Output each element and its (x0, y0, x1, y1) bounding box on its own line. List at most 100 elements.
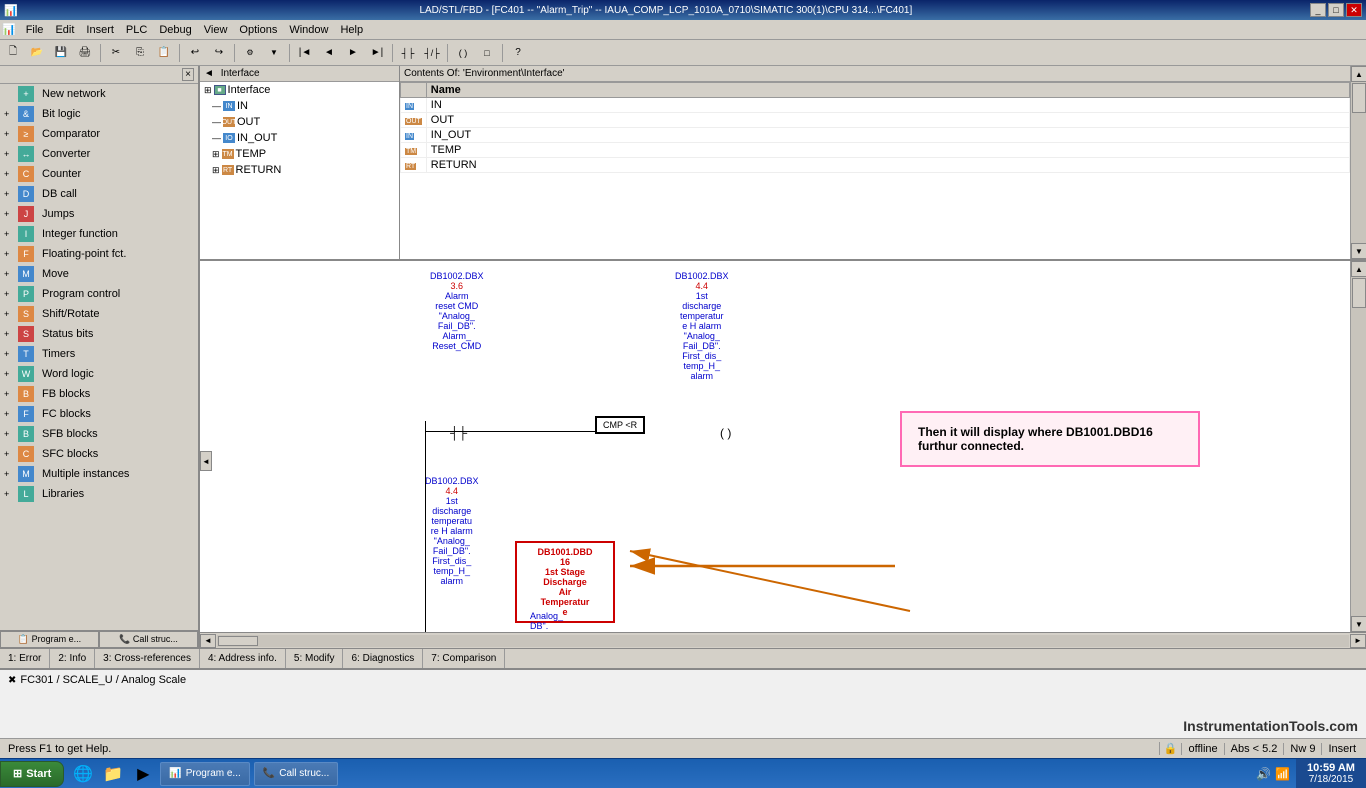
nw-status: Nw 9 (1283, 743, 1321, 755)
hscroll-left[interactable]: ◄ (200, 634, 216, 648)
tb-nav-prev[interactable]: ◄ (318, 42, 340, 64)
tree-interface-root[interactable]: ⊞ ■ Interface (200, 82, 399, 98)
tb-paste[interactable]: 📋 (153, 42, 175, 64)
tb-help[interactable]: ? (507, 42, 529, 64)
left-scroll-arrow[interactable]: ◄ (200, 451, 212, 471)
tb-save[interactable]: 💾 (50, 42, 72, 64)
menu-file[interactable]: File (20, 22, 50, 38)
hscroll-right[interactable]: ► (1350, 634, 1366, 648)
menu-view[interactable]: View (198, 22, 234, 38)
tab-info[interactable]: 2: Info (50, 649, 95, 668)
tb-copy[interactable]: ⎘ (129, 42, 151, 64)
tb-undo[interactable]: ↩ (184, 42, 206, 64)
tb-new[interactable]: 🗋 (2, 42, 24, 64)
diagram-vscroll-up[interactable]: ▲ (1351, 261, 1366, 277)
tab-cross-references[interactable]: 3: Cross-references (95, 649, 200, 668)
restore-button[interactable]: □ (1328, 3, 1344, 17)
table-row-in-out[interactable]: IN IN_OUT (401, 128, 1350, 143)
minimize-button[interactable]: _ (1310, 3, 1326, 17)
sidebar-item-multiple-instances[interactable]: + M Multiple instances (0, 464, 198, 484)
tab-diagnostics[interactable]: 6: Diagnostics (343, 649, 423, 668)
sidebar-item-converter[interactable]: + ↔ Converter (0, 144, 198, 164)
tb-download[interactable]: ▼ (263, 42, 285, 64)
tb-cut[interactable]: ✂ (105, 42, 127, 64)
table-row-out[interactable]: OUT OUT (401, 113, 1350, 128)
db1002-top-label7: First_dis_ (675, 351, 729, 361)
sidebar-tab-program[interactable]: 📋 Program e... (0, 631, 99, 648)
sidebar-item-program-control[interactable]: + P Program control (0, 284, 198, 304)
tab-modify[interactable]: 5: Modify (286, 649, 344, 668)
tab-address-info[interactable]: 4: Address info. (200, 649, 286, 668)
row-icon-in: IN (401, 98, 427, 113)
menu-insert[interactable]: Insert (80, 22, 120, 38)
tab-comparison[interactable]: 7: Comparison (423, 649, 505, 668)
status-icon: ✖ (8, 675, 16, 686)
sidebar-item-timers[interactable]: + T Timers (0, 344, 198, 364)
sidebar-item-bit-logic[interactable]: + & Bit logic (0, 104, 198, 124)
sidebar-item-fb-blocks[interactable]: + B FB blocks (0, 384, 198, 404)
hscroll-thumb[interactable] (218, 636, 258, 646)
diagram-vscroll-thumb[interactable] (1352, 278, 1366, 308)
db1002-label2: reset CMD (430, 301, 484, 311)
start-button[interactable]: ⊞ Start (0, 761, 64, 787)
in-icon: IN (223, 101, 235, 111)
tb-redo[interactable]: ↪ (208, 42, 230, 64)
table-row-temp[interactable]: TM TEMP (401, 143, 1350, 158)
tb-open[interactable]: 📂 (26, 42, 48, 64)
sidebar-item-floating-point[interactable]: + F Floating-point fct. (0, 244, 198, 264)
sidebar-close-button[interactable]: × (182, 68, 194, 81)
tb-coil[interactable]: ( ) (452, 42, 474, 64)
sidebar-item-sfb-blocks[interactable]: + B SFB blocks (0, 424, 198, 444)
sidebar-item-counter[interactable]: + C Counter (0, 164, 198, 184)
vscroll-down[interactable]: ▼ (1351, 243, 1366, 259)
menu-debug[interactable]: Debug (153, 22, 197, 38)
tb-nav-next[interactable]: ► (342, 42, 364, 64)
tree-in[interactable]: — IN IN (200, 98, 399, 114)
tb-print[interactable]: 🖨 (74, 42, 96, 64)
menu-edit[interactable]: Edit (49, 22, 80, 38)
menu-options[interactable]: Options (233, 22, 283, 38)
tree-temp[interactable]: ⊞ TM TEMP (200, 146, 399, 162)
clock-area[interactable]: 10:59 AM 7/18/2015 (1296, 759, 1366, 788)
sidebar-item-word-logic[interactable]: + W Word logic (0, 364, 198, 384)
sidebar-item-comparator[interactable]: + ≥ Comparator (0, 124, 198, 144)
close-button[interactable]: ✕ (1346, 3, 1362, 17)
menu-plc[interactable]: PLC (120, 22, 153, 38)
sidebar-item-db-call[interactable]: + D DB call (0, 184, 198, 204)
tb-compile[interactable]: ⚙ (239, 42, 261, 64)
sidebar-item-libraries[interactable]: + L Libraries (0, 484, 198, 504)
table-row-in[interactable]: IN IN (401, 98, 1350, 113)
tb-contact-no[interactable]: ┤├ (397, 42, 419, 64)
sidebar-item-shift-rotate[interactable]: + S Shift/Rotate (0, 304, 198, 324)
counter-icon: C (18, 166, 34, 182)
tb-nav-last[interactable]: ►| (366, 42, 388, 64)
taskbar-item-program[interactable]: 📊 Program e... (160, 762, 249, 786)
diagram-vscroll-down[interactable]: ▼ (1351, 616, 1366, 632)
taskbar-ie-icon[interactable]: 🌐 (69, 761, 97, 787)
sidebar-item-new-network[interactable]: + New network (0, 84, 198, 104)
sidebar-item-move[interactable]: + M Move (0, 264, 198, 284)
sidebar-item-jumps[interactable]: + J Jumps (0, 204, 198, 224)
tree-out[interactable]: — OUT OUT (200, 114, 399, 130)
taskbar-item-call[interactable]: 📞 Call struc... (254, 762, 338, 786)
db1002-dbx-36-text: DB1002.DBX 3.6 Alarm reset CMD "Analog_ … (430, 271, 484, 351)
sidebar-item-status-bits[interactable]: + S Status bits (0, 324, 198, 344)
tb-nav-first[interactable]: |◄ (294, 42, 316, 64)
contents-label: Contents Of: 'Environment\Interface' (404, 68, 565, 79)
sidebar-item-sfc-blocks[interactable]: + C SFC blocks (0, 444, 198, 464)
tb-contact-nc[interactable]: ┤/├ (421, 42, 443, 64)
sidebar-tab-call[interactable]: 📞 Call struc... (99, 631, 198, 648)
vscroll-up[interactable]: ▲ (1351, 66, 1366, 82)
menu-help[interactable]: Help (334, 22, 369, 38)
sidebar-item-integer-function[interactable]: + I Integer function (0, 224, 198, 244)
menu-window[interactable]: Window (283, 22, 334, 38)
tree-return[interactable]: ⊞ RT RETURN (200, 162, 399, 178)
sidebar-item-fc-blocks[interactable]: + F FC blocks (0, 404, 198, 424)
tree-in-out[interactable]: — IO IN_OUT (200, 130, 399, 146)
taskbar-folder-icon[interactable]: 📁 (99, 761, 127, 787)
taskbar-media-icon[interactable]: ▶ (129, 761, 157, 787)
vscroll-thumb[interactable] (1352, 83, 1366, 113)
tb-box[interactable]: □ (476, 42, 498, 64)
table-row-return[interactable]: RT RETURN (401, 158, 1350, 173)
tab-error[interactable]: 1: Error (0, 649, 50, 668)
